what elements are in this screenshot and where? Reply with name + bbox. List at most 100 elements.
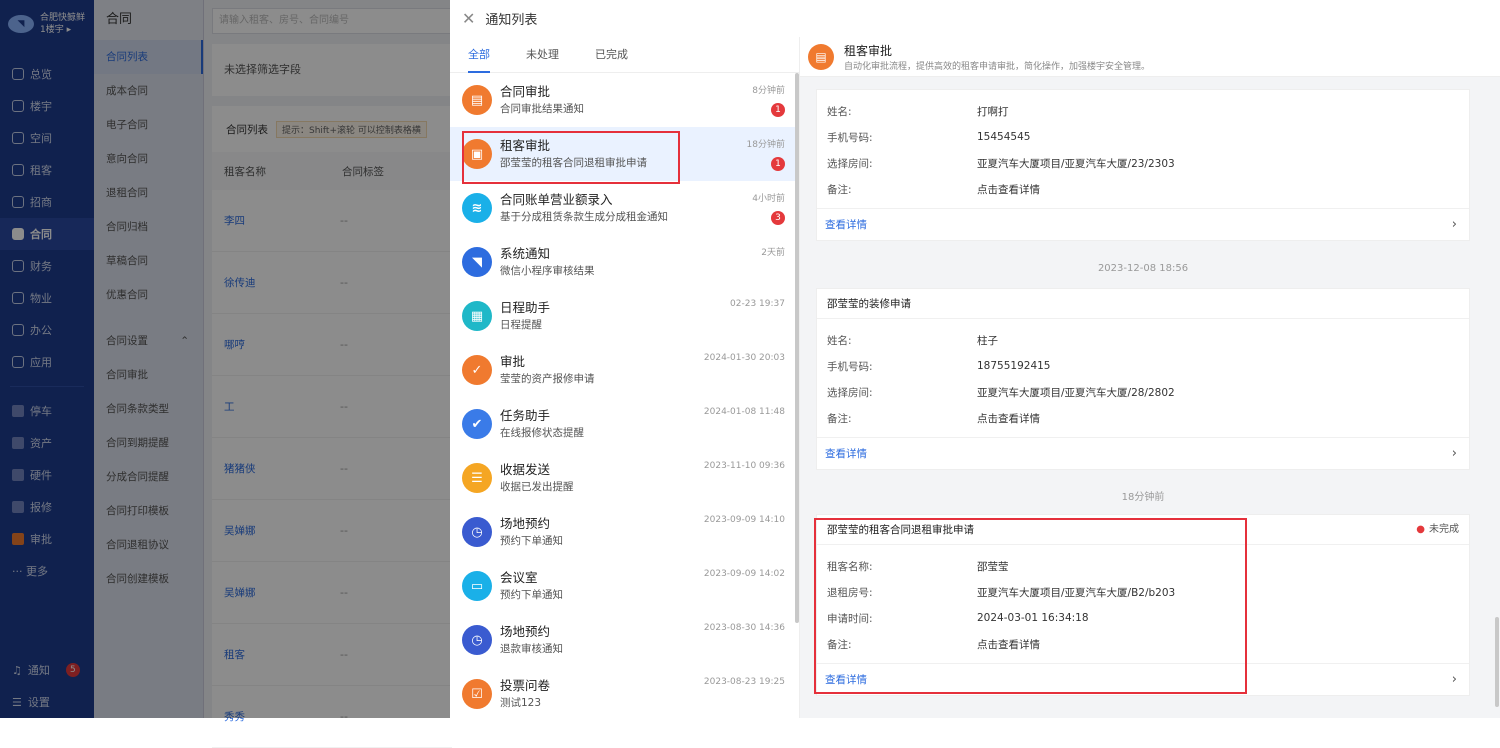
detail-title: 租客审批 [844, 43, 893, 58]
tenant-doc-icon: ▤ [808, 43, 834, 70]
card-title-text: 邵莹莹的租客合同退租审批申请 [827, 524, 974, 536]
unread-badge: 3 [771, 211, 785, 225]
item-desc: 莹莹的资产报修申请 [500, 373, 595, 385]
detail-subtitle: 自动化审批流程，提供高效的租客申请审批，简化操作，加强楼宇安全管理。 [844, 61, 1151, 72]
notification-item[interactable]: ▤ 合同审批 合同审批结果通知 8分钟前 1 [450, 73, 799, 127]
kv-row: 备注: 点击查看详情 [817, 176, 1469, 202]
notification-item[interactable]: ◷ 场地预约 预约下单通知 2023-09-09 14:10 [450, 505, 799, 559]
card-footer[interactable]: 查看详情 › [817, 663, 1469, 695]
item-desc: 退款审核通知 [500, 643, 563, 655]
item-desc: 预约下单通知 [500, 535, 563, 547]
kv-key: 手机号码: [827, 131, 873, 144]
item-desc: 预约下单通知 [500, 589, 563, 601]
whale-icon: ◥ [462, 247, 492, 277]
kv-key: 姓名: [827, 105, 852, 118]
kv-value: 点击查看详情 [977, 412, 1040, 425]
unread-badge: 1 [771, 103, 785, 117]
item-time: 2023-08-23 19:25 [703, 677, 785, 687]
timestamp: 18分钟前 [1121, 492, 1165, 503]
item-time: 2023-09-09 14:02 [703, 569, 785, 579]
kv-key: 退租房号: [827, 586, 873, 599]
kv-key: 租客名称: [827, 560, 873, 573]
kv-row: 手机号码: 18755192415 [817, 353, 1469, 379]
item-time: 2023-08-30 14:36 [703, 623, 785, 633]
kv-key: 选择房间: [827, 157, 873, 170]
drawer-title: 通知列表 [485, 13, 538, 28]
item-title: 合同审批 [500, 84, 551, 99]
vote-icon: ☑ [462, 679, 492, 709]
receipt-icon: ☰ [462, 463, 492, 493]
kv-key: 申请时间: [827, 612, 873, 625]
notification-item[interactable]: ✔ 任务助手 在线报修状态提醒 2024-01-08 11:48 [450, 397, 799, 451]
card-title: 邵莹莹的装修申请 [817, 289, 1469, 319]
calendar-clock-icon: ◷ [462, 625, 492, 655]
kv-value: 18755192415 [977, 360, 1051, 372]
card-footer[interactable]: 查看详情 › [817, 437, 1469, 469]
list-scrollbar[interactable] [795, 73, 799, 623]
kv-key: 选择房间: [827, 386, 873, 399]
close-icon[interactable]: ✕ [462, 9, 475, 28]
notification-item[interactable]: ✓ 审批 莹莹的资产报修申请 2024-01-30 20:03 [450, 343, 799, 397]
calendar-icon: ▦ [462, 301, 492, 331]
kv-value: 15454545 [977, 131, 1031, 143]
detail-scrollbar[interactable] [1495, 617, 1499, 707]
notification-list: 全部 未处理 已完成 ▤ 合同审批 合同审批结果通知 8分钟前 1 ▣ 租客审批 邵莹莹的租客合同… [450, 37, 800, 718]
tab-1[interactable]: 未处理 [526, 37, 559, 73]
chevron-right-icon[interactable]: › [1452, 672, 1457, 687]
status-badge: ● 未完成 [1416, 515, 1459, 545]
kv-key: 备注: [827, 412, 852, 425]
item-desc: 基于分成租赁条款生成分成租金通知 [500, 211, 668, 223]
kv-value: 2024-03-01 16:34:18 [977, 612, 1089, 624]
kv-value: 邵莹莹 [977, 560, 1009, 573]
kv-row: 租客名称: 邵莹莹 [817, 553, 1469, 579]
item-time: 2024-01-08 11:48 [703, 407, 785, 417]
notification-item[interactable]: ▭ 会议室 预约下单通知 2023-09-09 14:02 [450, 559, 799, 613]
document-icon: ▤ [462, 85, 492, 115]
kv-value: 点击查看详情 [977, 183, 1040, 196]
view-detail-link[interactable]: 查看详情 [825, 672, 867, 687]
detail-pane: ▤ 租客审批 自动化审批流程，提供高效的租客申请审批，简化操作，加强楼宇安全管理… [800, 37, 1500, 718]
calendar-clock-icon: ◷ [462, 517, 492, 547]
view-detail-link[interactable]: 查看详情 [825, 446, 867, 461]
kv-key: 备注: [827, 638, 852, 651]
item-desc: 微信小程序审核结果 [500, 265, 595, 277]
item-desc: 在线报修状态提醒 [500, 427, 584, 439]
chevron-right-icon[interactable]: › [1452, 217, 1457, 232]
meeting-icon: ▭ [462, 571, 492, 601]
kv-row: 姓名: 柱子 [817, 327, 1469, 353]
detail-header: ▤ 租客审批 自动化审批流程，提供高效的租客申请审批，简化操作，加强楼宇安全管理… [800, 37, 1500, 77]
kv-row: 姓名: 打啊打 [817, 98, 1469, 124]
kv-row: 退租房号: 亚夏汽车大厦项目/亚夏汽车大厦/B2/b203 [817, 579, 1469, 605]
notification-item[interactable]: ☑ 投票问卷 测试123 2023-08-23 19:25 [450, 667, 799, 721]
view-detail-link[interactable]: 查看详情 [825, 217, 867, 232]
notification-tabs: 全部 未处理 已完成 [450, 37, 799, 73]
item-time: 2023-11-10 09:36 [703, 461, 785, 471]
kv-value: 亚夏汽车大厦项目/亚夏汽车大厦/B2/b203 [977, 586, 1176, 599]
notification-card: 邵莹莹的租客合同退租审批申请 ● 未完成租客名称: 邵莹莹退租房号: 亚夏汽车大厦项目/… [816, 514, 1470, 696]
notification-item[interactable]: ◥ 系统通知 微信小程序审核结果 2天前 [450, 235, 799, 289]
approval-icon: ✓ [462, 355, 492, 385]
notification-item[interactable]: ☰ 收据发送 收据已发出提醒 2023-11-10 09:36 [450, 451, 799, 505]
layers-icon: ≋ [462, 193, 492, 223]
notification-item[interactable]: ▣ 租客审批 邵莹莹的租客合同退租审批申请 18分钟前 1 [450, 127, 799, 181]
kv-row: 选择房间: 亚夏汽车大厦项目/亚夏汽车大厦/23/2303 [817, 150, 1469, 176]
kv-row: 备注: 点击查看详情 [817, 405, 1469, 431]
item-time: 2023-09-09 14:10 [703, 515, 785, 525]
card-footer[interactable]: 查看详情 › [817, 208, 1469, 240]
card-title: 邵莹莹的租客合同退租审批申请 ● 未完成 [817, 515, 1469, 545]
notification-item[interactable]: ≋ 合同账单营业额录入 基于分成租赁条款生成分成租金通知 4小时前 3 [450, 181, 799, 235]
kv-value: 亚夏汽车大厦项目/亚夏汽车大厦/28/2802 [977, 386, 1175, 399]
item-time: 02-23 19:37 [730, 299, 785, 309]
kv-key: 备注: [827, 183, 852, 196]
chevron-right-icon[interactable]: › [1452, 446, 1457, 461]
tab-2[interactable]: 已完成 [595, 37, 628, 73]
status-dot-icon: ● [1416, 524, 1425, 535]
kv-value: 柱子 [977, 334, 998, 347]
tab-0[interactable]: 全部 [468, 37, 490, 73]
notification-item[interactable]: ◷ 场地预约 退款审核通知 2023-08-30 14:36 [450, 613, 799, 667]
modal-overlay[interactable] [0, 0, 450, 718]
notification-item[interactable]: ▦ 日程助手 日程提醒 02-23 19:37 [450, 289, 799, 343]
kv-row: 申请时间: 2024-03-01 16:34:18 [817, 605, 1469, 631]
kv-key: 姓名: [827, 334, 852, 347]
item-title: 合同账单营业额录入 [500, 192, 613, 207]
